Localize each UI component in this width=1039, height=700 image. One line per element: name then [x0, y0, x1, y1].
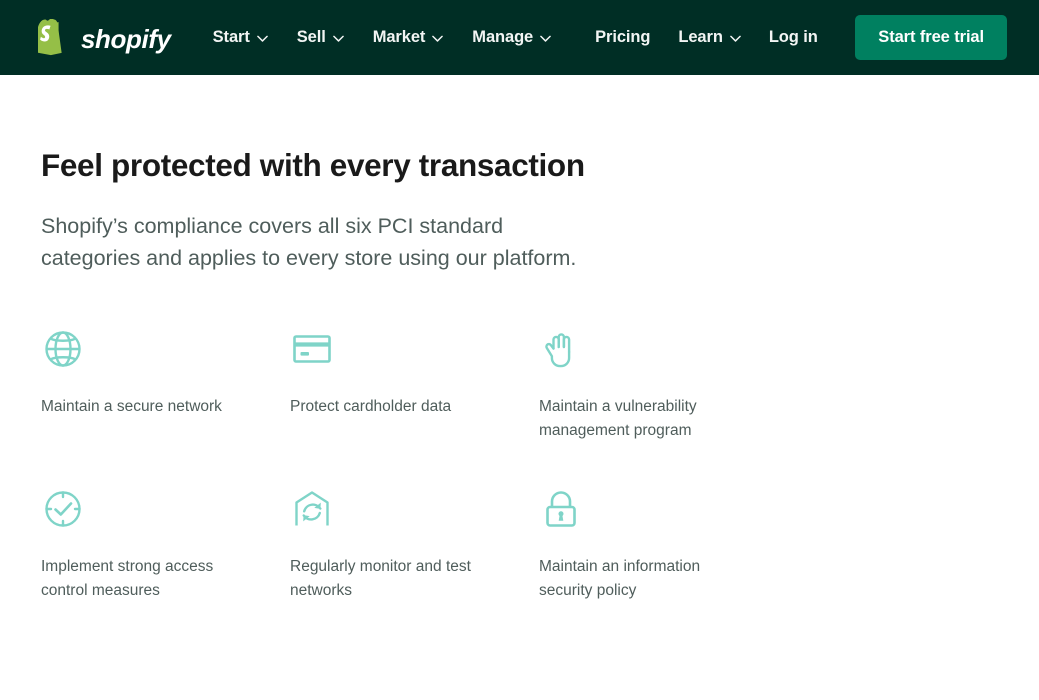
- credit-card-icon: [290, 327, 505, 371]
- pillar-label: Implement strong access control measures: [41, 558, 214, 600]
- nav-item-sell[interactable]: Sell: [297, 22, 344, 53]
- padlock-icon: [539, 487, 754, 531]
- site-header: shopify Start Sell Market Manage Pricing…: [0, 0, 1039, 75]
- primary-navigation: Start Sell Market Manage: [213, 22, 551, 53]
- nav-item-label: Sell: [296, 28, 326, 46]
- nav-item-start[interactable]: Start: [213, 22, 268, 53]
- shopify-wordmark: shopify: [81, 23, 171, 54]
- pillar-label: Maintain an information security policy: [539, 558, 701, 600]
- nav-item-label: Market: [372, 28, 426, 46]
- nav-item-label: Pricing: [595, 28, 651, 46]
- page-title: Feel protected with every transaction: [41, 147, 585, 183]
- secondary-navigation: Pricing Learn Log in: [595, 22, 818, 53]
- chevron-down-icon: [256, 35, 268, 42]
- pillar-cardholder-data: Protect cardholder data: [290, 327, 505, 443]
- pillar-monitor-networks: Regularly monitor and test networks: [290, 487, 505, 603]
- house-refresh-icon: [290, 487, 505, 531]
- pillar-label: Maintain a secure network: [41, 398, 222, 416]
- nav-item-manage[interactable]: Manage: [472, 22, 551, 53]
- pci-pillars-grid: Maintain a secure network Protect cardho…: [41, 327, 1039, 603]
- nav-item-market[interactable]: Market: [373, 22, 444, 53]
- check-dial-icon: [41, 487, 256, 531]
- nav-item-log-in[interactable]: Log in: [769, 22, 818, 53]
- pillar-vulnerability-management: Maintain a vulnerability management prog…: [539, 327, 754, 443]
- nav-item-label: Log in: [768, 28, 818, 46]
- chevron-down-icon: [540, 35, 551, 42]
- page-description: Shopify’s compliance covers all six PCI …: [41, 213, 577, 270]
- nav-item-label: Manage: [472, 28, 534, 46]
- pillar-label: Protect cardholder data: [290, 398, 452, 416]
- start-free-trial-button[interactable]: Start free trial: [855, 15, 1007, 60]
- hand-stop-icon: [539, 327, 754, 371]
- chevron-down-icon: [729, 35, 741, 42]
- pillar-security-policy: Maintain an information security policy: [539, 487, 754, 603]
- globe-icon: [41, 327, 256, 371]
- nav-item-label: Learn: [678, 28, 723, 46]
- nav-item-learn[interactable]: Learn: [678, 22, 741, 53]
- pillar-secure-network: Maintain a secure network: [41, 327, 256, 443]
- chevron-down-icon: [432, 35, 444, 42]
- shopify-bag-icon: [38, 18, 72, 57]
- main-content: Feel protected with every transaction Sh…: [0, 75, 1039, 603]
- pillar-access-control: Implement strong access control measures: [41, 487, 256, 603]
- nav-item-pricing[interactable]: Pricing: [595, 22, 650, 53]
- nav-item-label: Start: [212, 28, 250, 46]
- pillar-label: Regularly monitor and test networks: [290, 558, 471, 600]
- shopify-logo-link[interactable]: shopify: [38, 18, 171, 57]
- pillar-label: Maintain a vulnerability management prog…: [539, 398, 697, 440]
- chevron-down-icon: [332, 35, 344, 42]
